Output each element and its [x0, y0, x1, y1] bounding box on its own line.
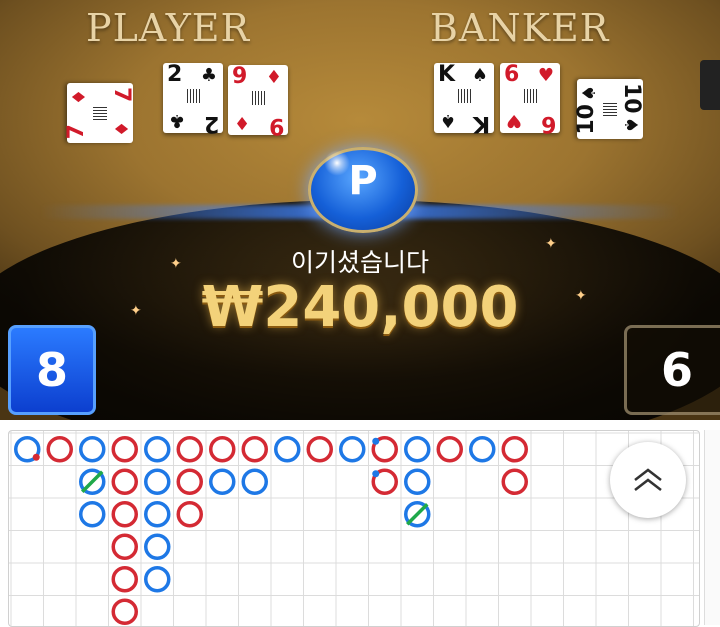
- card-rank: 6: [504, 62, 520, 87]
- bead-road-grid: [9, 431, 699, 626]
- heart-suit-icon: ♥: [537, 65, 554, 86]
- player-bead: [79, 436, 106, 463]
- player-bead: [404, 436, 431, 463]
- banker-bead: [111, 468, 138, 495]
- player-bead: [144, 501, 171, 528]
- banker-label: BANKER: [430, 6, 610, 50]
- card-rank: 6: [540, 111, 556, 136]
- baccarat-table: PLAYER BANKER 7 ♦ ♦ 7 2 ♣ ♣ 2 9 ♦ ♦ 9 K …: [0, 0, 720, 420]
- barcode-icon: [252, 91, 266, 105]
- player-bead: [469, 436, 496, 463]
- banker-bead: [241, 436, 268, 463]
- double-chevron-up-icon: [634, 468, 662, 491]
- scroll-up-button[interactable]: [610, 442, 686, 518]
- banker-bead: [501, 436, 528, 463]
- spade-suit-icon: ♠: [579, 85, 600, 102]
- banker-bead: [176, 501, 203, 528]
- spade-suit-icon: ♠: [471, 65, 488, 86]
- diamond-suit-icon: ♦: [234, 112, 251, 133]
- player-bead: [144, 566, 171, 593]
- banker-bead: [111, 566, 138, 593]
- card-rank: K: [472, 111, 490, 136]
- card-rank: 10: [574, 104, 599, 135]
- player-score: 8: [8, 325, 96, 415]
- banker-bead: [111, 533, 138, 560]
- banker-bead: [111, 598, 138, 625]
- win-message: 이기셨습니다: [290, 248, 429, 277]
- player-pair-dot: [372, 470, 380, 478]
- side-tab-icon[interactable]: [700, 60, 720, 110]
- diamond-suit-icon: ♦: [69, 89, 90, 106]
- banker-bead: [176, 436, 203, 463]
- player-bead: [339, 436, 366, 463]
- player-label: PLAYER: [86, 6, 251, 50]
- player-bead: [79, 501, 106, 528]
- card-rank: K: [438, 62, 456, 87]
- spade-suit-icon: ♠: [440, 110, 457, 131]
- player-card-1: 7 ♦ ♦ 7: [64, 83, 134, 143]
- player-bead: [144, 468, 171, 495]
- secondary-road-edge: [704, 430, 720, 625]
- banker-card-3: 10 ♠ ♠ 10: [574, 79, 644, 139]
- barcode-icon: [524, 89, 538, 103]
- banker-card-1: K ♠ ♠ K: [434, 62, 494, 136]
- barcode-icon: [458, 89, 472, 103]
- banker-bead: [111, 501, 138, 528]
- barcode-icon: [187, 89, 201, 103]
- player-card-3: 9 ♦ ♦ 9: [228, 64, 288, 138]
- banker-bead: [436, 436, 463, 463]
- banker-card-2: 6 ♥ ♥ 6: [500, 62, 560, 136]
- player-bead: [209, 468, 236, 495]
- banker-bead: [176, 468, 203, 495]
- card-rank: 9: [232, 64, 248, 89]
- diamond-suit-icon: ♦: [110, 120, 131, 137]
- player-bead: [404, 468, 431, 495]
- card-rank: 7: [64, 123, 89, 139]
- player-bead: [274, 436, 301, 463]
- card-rank: 2: [167, 62, 183, 87]
- player-bead: [144, 533, 171, 560]
- card-rank: 2: [203, 111, 219, 136]
- banker-bead: [209, 436, 236, 463]
- banker-bead: [501, 468, 528, 495]
- card-rank: 9: [268, 113, 284, 138]
- player-pair-dot: [372, 437, 380, 445]
- player-bead: [144, 436, 171, 463]
- diamond-suit-icon: ♦: [265, 67, 282, 88]
- club-suit-icon: ♣: [169, 110, 186, 131]
- sparkle-icon: [322, 148, 352, 178]
- player-card-2: 2 ♣ ♣ 2: [163, 62, 223, 136]
- club-suit-icon: ♣: [200, 65, 217, 86]
- banker-bead: [306, 436, 333, 463]
- win-amount: ₩240,000: [201, 275, 519, 340]
- banker-score: 6: [624, 325, 720, 415]
- barcode-icon: [93, 107, 107, 121]
- card-rank: 10: [619, 83, 644, 114]
- card-rank: 7: [109, 87, 134, 103]
- banker-pair-dot: [32, 453, 40, 461]
- bead-road: [8, 430, 700, 627]
- banker-bead: [46, 436, 73, 463]
- heart-suit-icon: ♥: [506, 110, 523, 131]
- banker-bead: [111, 436, 138, 463]
- player-bead: [241, 468, 268, 495]
- barcode-icon: [603, 103, 617, 117]
- spade-suit-icon: ♠: [620, 116, 641, 133]
